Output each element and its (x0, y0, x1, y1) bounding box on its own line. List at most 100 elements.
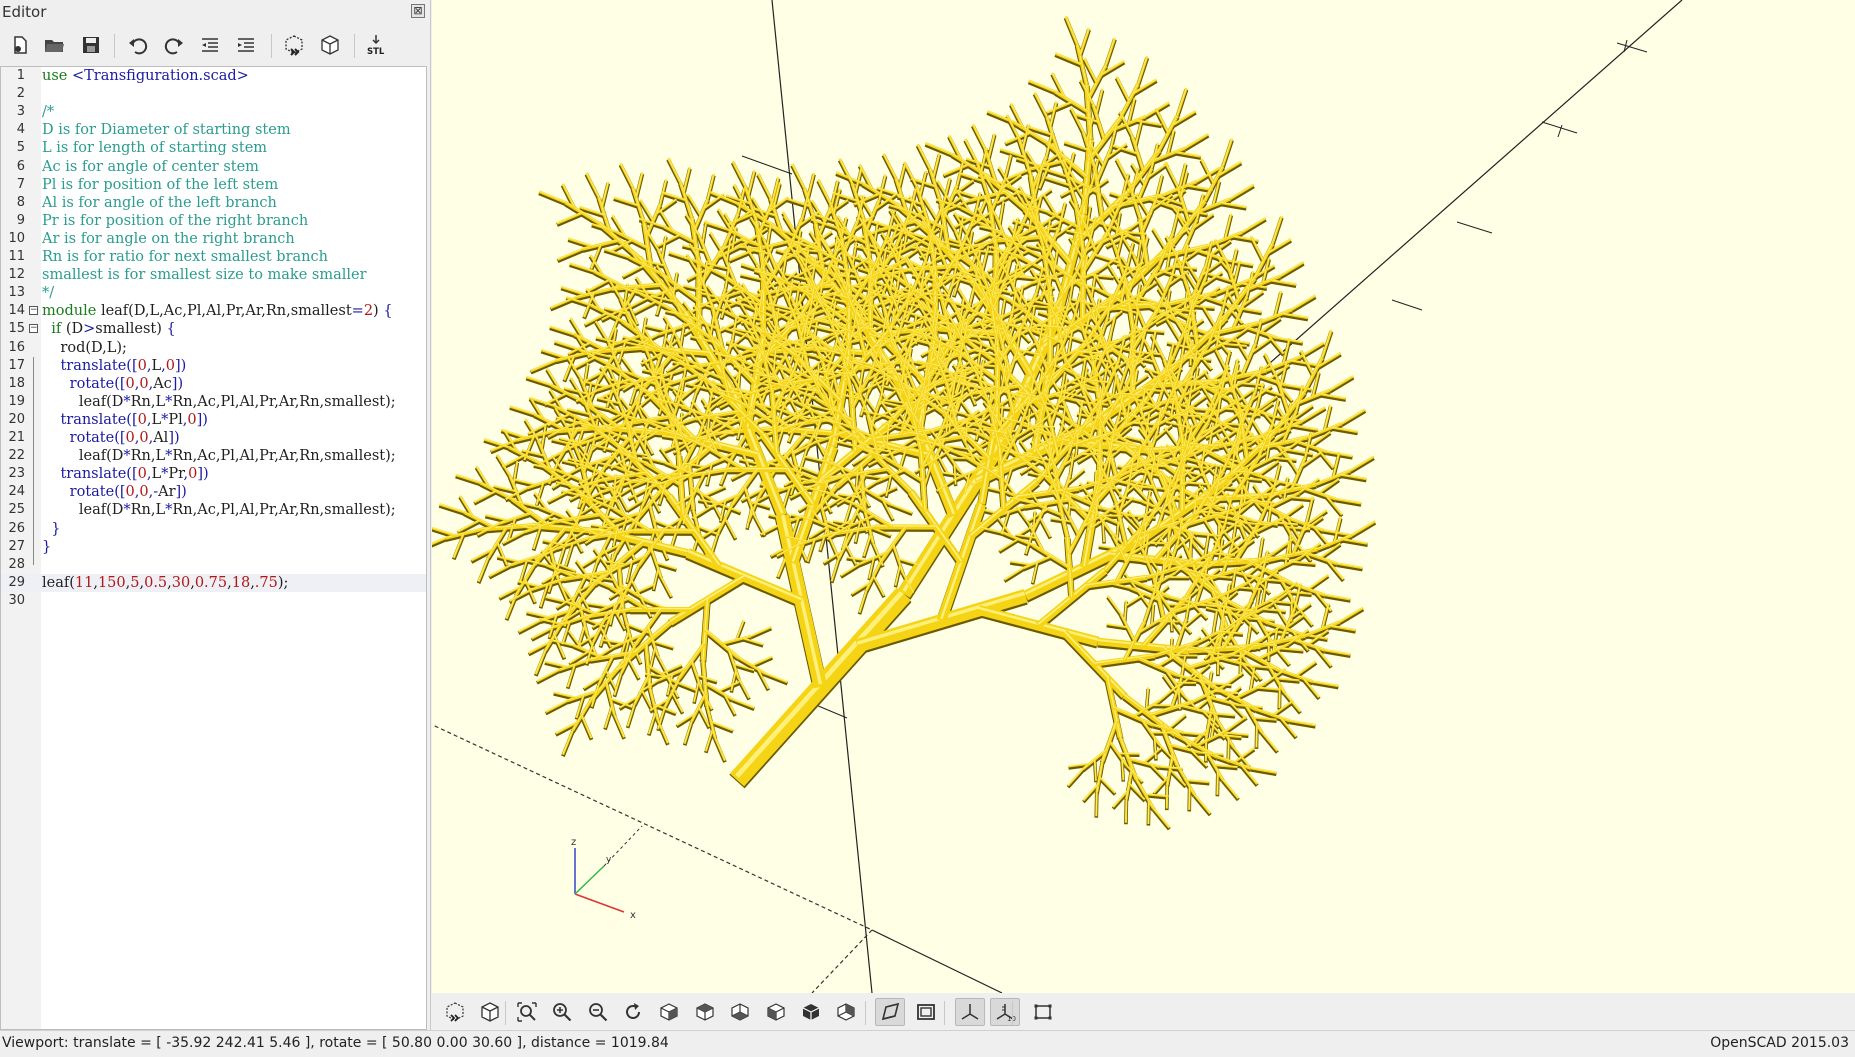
line-number: 5 (1, 139, 25, 157)
code-line[interactable]: 2 (1, 85, 427, 103)
code-line[interactable]: 12smallest is for smallest size to make … (1, 266, 427, 284)
code-line[interactable]: 16 rod(D,L); (1, 339, 427, 357)
line-number: 14 (1, 302, 25, 320)
code-text: L is for length of starting stem (42, 139, 267, 157)
redo-icon (163, 34, 185, 56)
show-axes-button[interactable] (955, 998, 985, 1026)
line-number: 2 (1, 85, 25, 103)
preview-button[interactable] (440, 998, 470, 1026)
code-text: Ac is for angle of center stem (42, 158, 259, 176)
code-line[interactable]: 10Ar is for angle on the right branch (1, 230, 427, 248)
line-number: 7 (1, 176, 25, 194)
code-line[interactable]: 17 translate([0,L,0]) (1, 357, 427, 375)
orthogonal-icon (915, 1001, 937, 1023)
render-button[interactable] (475, 998, 505, 1026)
zoom-in-button[interactable] (547, 998, 577, 1026)
code-line[interactable]: 15− if (D>smallest) { (1, 320, 427, 338)
perspective-icon (879, 1001, 901, 1023)
code-line[interactable]: 21 rotate([0,0,Al]) (1, 429, 427, 447)
code-line[interactable]: 19 leaf(D*Rn,L*Rn,Ac,Pl,Al,Pr,Ar,Rn,smal… (1, 393, 427, 411)
view-front-button[interactable] (796, 998, 826, 1026)
code-text: translate([0,L,0]) (42, 357, 186, 375)
code-line[interactable]: 11Rn is for ratio for next smallest bran… (1, 248, 427, 266)
code-text: rotate([0,0,Al]) (42, 429, 180, 447)
new-file-button[interactable] (6, 31, 34, 59)
close-editor-button[interactable]: ⊠ (411, 4, 425, 18)
code-line[interactable]: 22 leaf(D*Rn,L*Rn,Ac,Pl,Al,Pr,Ar,Rn,smal… (1, 447, 427, 465)
code-line[interactable]: 23 translate([0,L*Pr,0]) (1, 465, 427, 483)
undo-icon (127, 34, 149, 56)
code-line[interactable]: 7Pl is for position of the left stem (1, 176, 427, 194)
zoom-in-icon (551, 1001, 573, 1023)
code-line[interactable]: 4D is for Diameter of starting stem (1, 121, 427, 139)
code-line[interactable]: 9Pr is for position of the right branch (1, 212, 427, 230)
code-line[interactable]: 28 (1, 556, 427, 574)
view-back-button[interactable] (831, 998, 861, 1026)
code-editor[interactable]: 1use <Transfiguration.scad>23/*4D is for… (0, 66, 427, 1030)
code-line[interactable]: 1use <Transfiguration.scad> (1, 67, 427, 85)
code-line[interactable]: 18 rotate([0,0,Ac]) (1, 375, 427, 393)
export-stl-button[interactable]: STL (362, 31, 390, 59)
view-left-icon (765, 1001, 787, 1023)
view-right-button[interactable] (654, 998, 684, 1026)
indent-button[interactable] (232, 31, 260, 59)
code-text: module leaf(D,L,Ac,Pl,Al,Pr,Ar,Rn,smalle… (42, 302, 393, 320)
line-number: 13 (1, 284, 25, 302)
save-button[interactable] (77, 31, 105, 59)
code-line[interactable]: 5 L is for length of starting stem (1, 139, 427, 157)
viewport-status-text: Viewport: translate = [ -35.92 242.41 5.… (2, 1035, 669, 1051)
orthogonal-button[interactable] (911, 998, 941, 1026)
line-number: 1 (1, 67, 25, 85)
show-edges-button[interactable] (1028, 998, 1058, 1026)
unindent-button[interactable] (196, 31, 224, 59)
code-line[interactable]: 14−module leaf(D,L,Ac,Pl,Al,Pr,Ar,Rn,sma… (1, 302, 427, 320)
undo-button[interactable] (124, 31, 152, 59)
zoom-out-icon (587, 1001, 609, 1023)
editor-panel: Editor ⊠ STL (0, 0, 431, 1030)
reset-view-button[interactable] (618, 998, 648, 1026)
preview-button[interactable] (280, 31, 308, 59)
render-button[interactable] (316, 31, 344, 59)
zoom-out-button[interactable] (583, 998, 613, 1026)
code-text: } (42, 538, 51, 556)
code-line[interactable]: 25 leaf(D*Rn,L*Rn,Ac,Pl,Al,Pr,Ar,Rn,smal… (1, 501, 427, 519)
export-stl-icon: STL (365, 34, 387, 56)
code-line[interactable]: 24 rotate([0,0,-Ar]) (1, 483, 427, 501)
show-scale-markers-button[interactable]: 10 (990, 998, 1020, 1026)
code-line[interactable]: 27} (1, 538, 427, 556)
code-text: leaf(D*Rn,L*Rn,Ac,Pl,Al,Pr,Ar,Rn,smalles… (42, 501, 396, 519)
scene-render: z x y (432, 0, 1855, 993)
code-line[interactable]: 29leaf(11,150,5,0.5,30,0.75,18,.75); (1, 574, 427, 592)
code-line[interactable]: 26 } (1, 520, 427, 538)
fold-toggle-icon[interactable]: − (29, 306, 38, 315)
line-number: 17 (1, 357, 25, 375)
redo-button[interactable] (160, 31, 188, 59)
preview-icon (283, 34, 305, 56)
axis-gizmo: z x y (571, 826, 642, 921)
view-front-icon (800, 1001, 822, 1023)
view-bottom-button[interactable] (725, 998, 755, 1026)
code-text: rotate([0,0,-Ar]) (42, 483, 187, 501)
code-text: Rn is for ratio for next smallest branch (42, 248, 328, 266)
view-toolbar: 10 (432, 993, 1855, 1030)
code-line[interactable]: 20 translate([0,L*Pl,0]) (1, 411, 427, 429)
view-all-button[interactable] (512, 998, 542, 1026)
code-line[interactable]: 13 */ (1, 284, 427, 302)
line-number: 22 (1, 447, 25, 465)
line-number: 3 (1, 103, 25, 121)
view-left-button[interactable] (761, 998, 791, 1026)
line-number: 16 (1, 339, 25, 357)
open-file-button[interactable] (40, 31, 68, 59)
line-number: 19 (1, 393, 25, 411)
code-line[interactable]: 3/* (1, 103, 427, 121)
code-line[interactable]: 30 (1, 592, 427, 610)
perspective-button[interactable] (875, 998, 905, 1026)
code-line[interactable]: 6Ac is for angle of center stem (1, 158, 427, 176)
view-top-button[interactable] (690, 998, 720, 1026)
code-text: */ (42, 284, 54, 302)
fold-toggle-icon[interactable]: − (29, 324, 38, 333)
editor-toolbar: STL (0, 26, 430, 62)
code-line[interactable]: 8Al is for angle of the left branch (1, 194, 427, 212)
unindent-icon (199, 34, 221, 56)
3d-viewport[interactable]: z x y (432, 0, 1855, 993)
